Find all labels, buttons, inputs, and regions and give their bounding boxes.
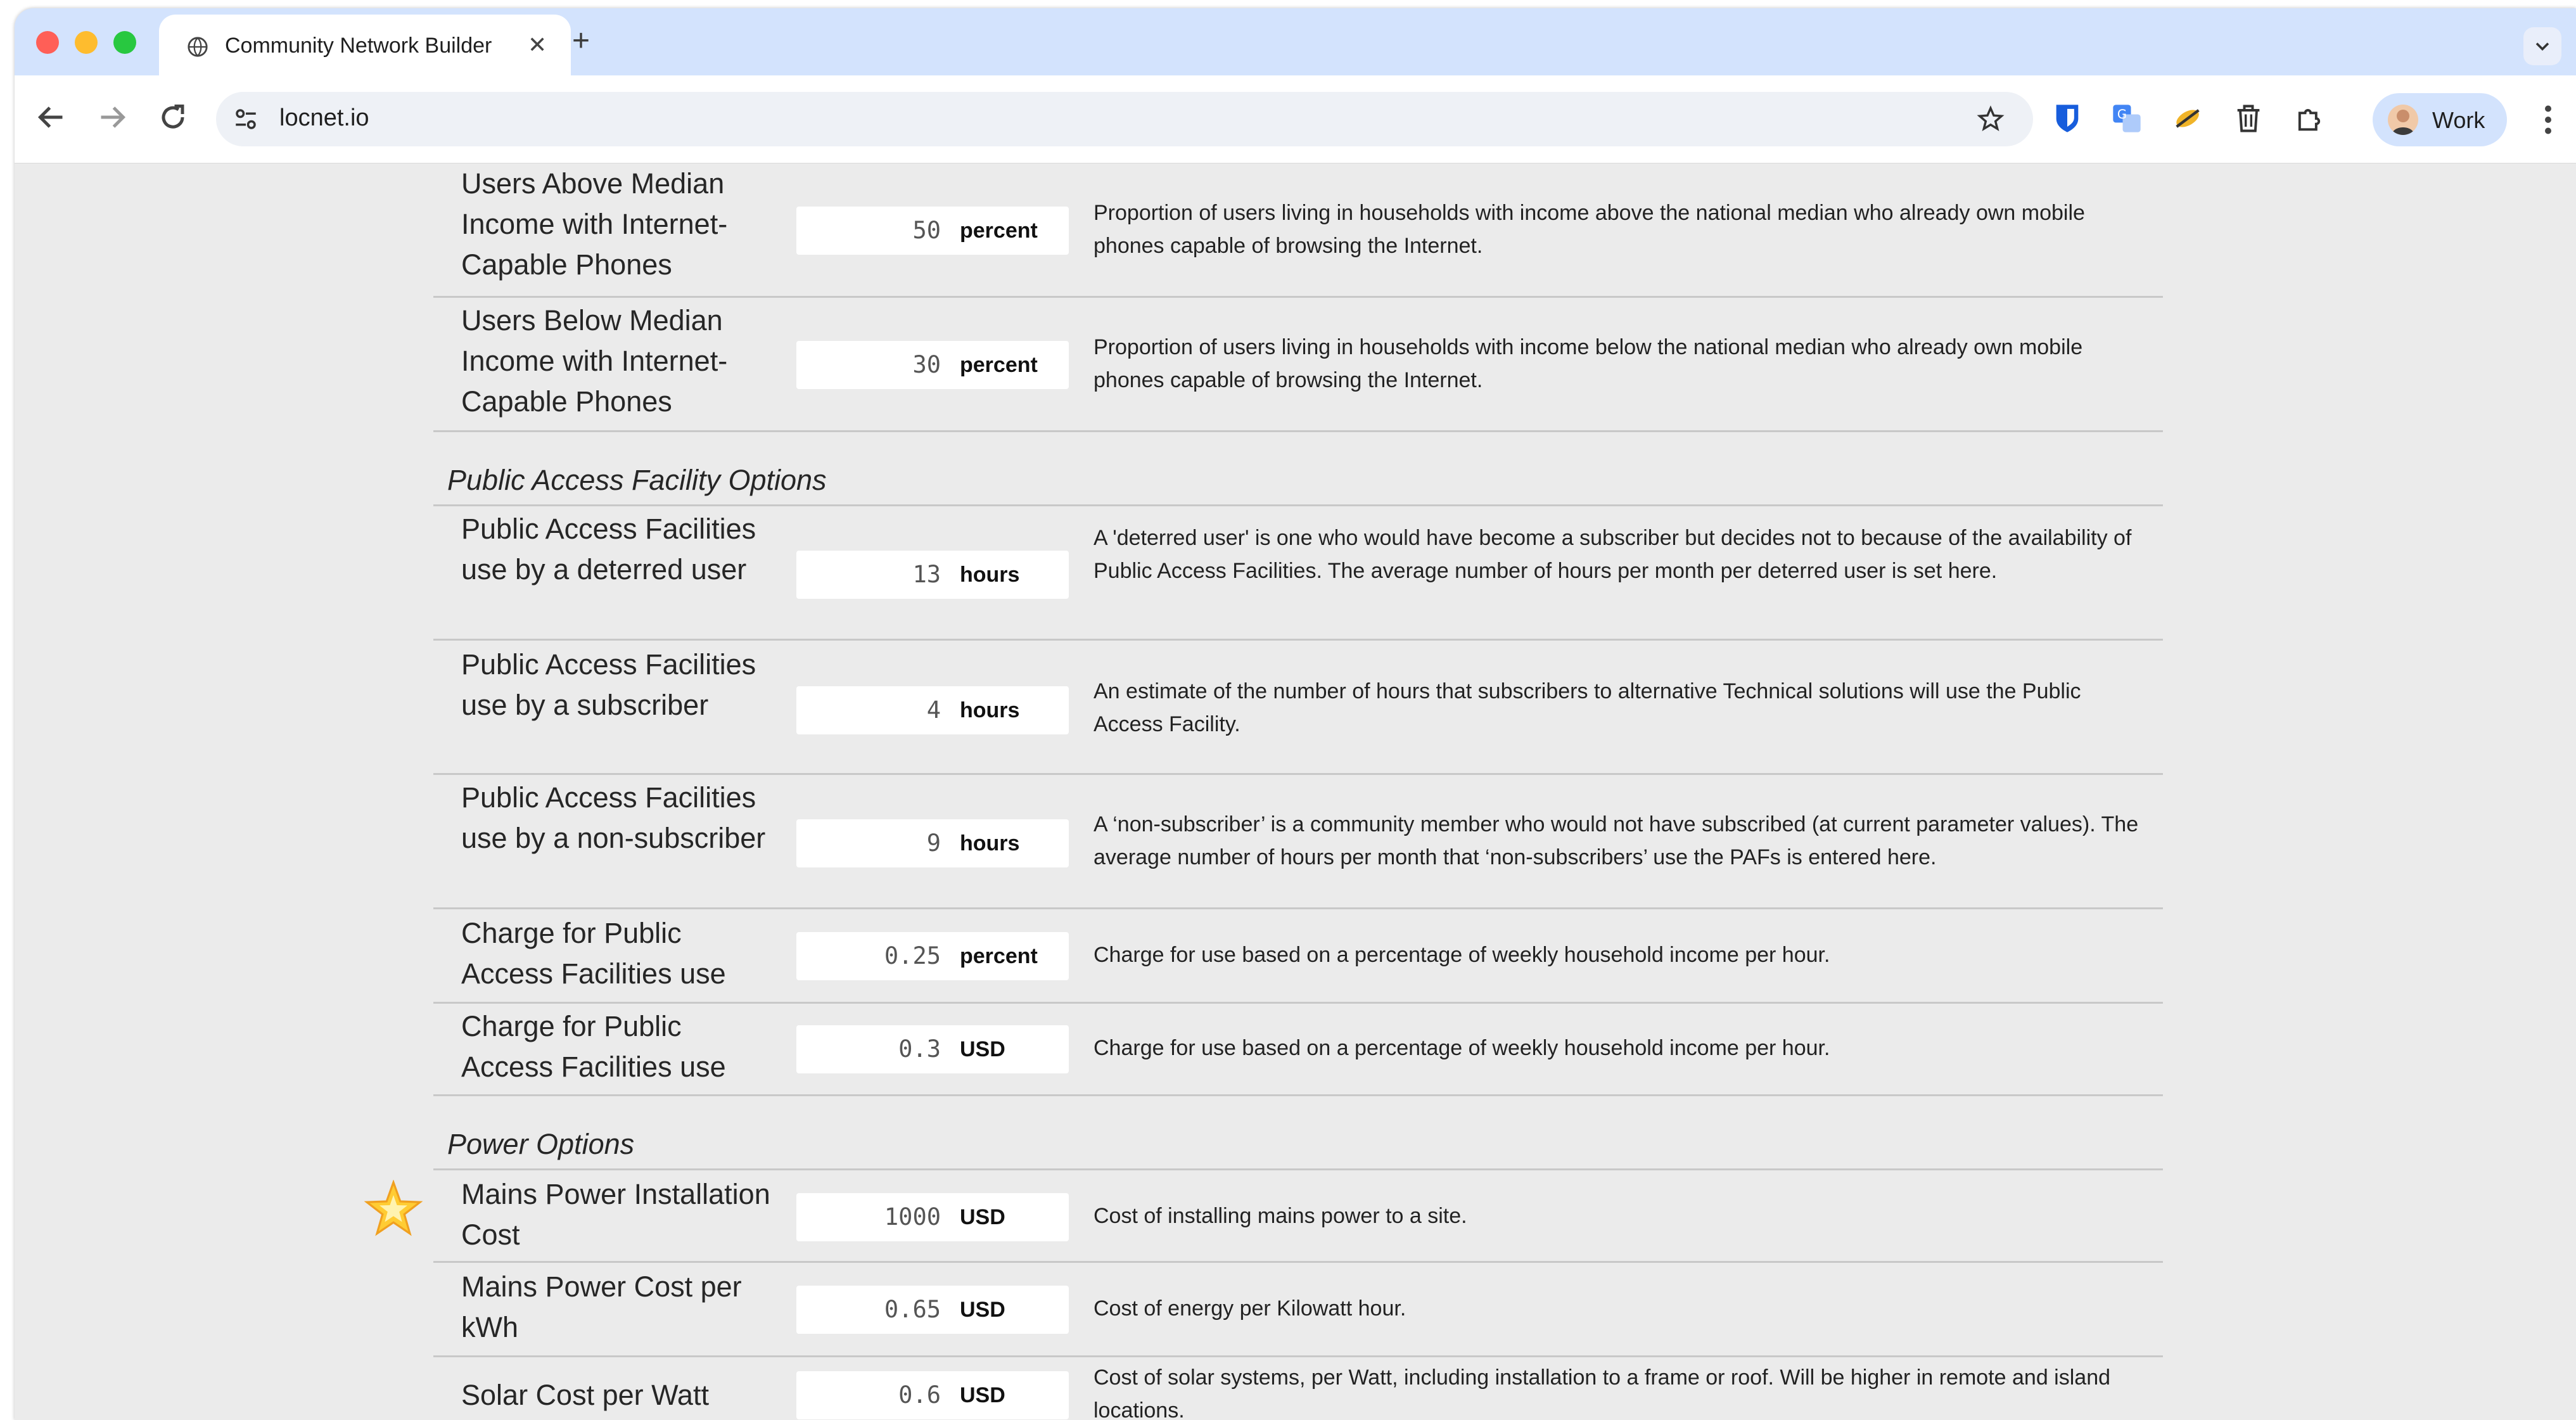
parameter-input[interactable]: 13 hours: [796, 551, 1069, 599]
section-title: Public Access Facility Options: [447, 464, 827, 496]
parameter-unit: hours: [960, 698, 1020, 722]
parameter-value: 0.65: [884, 1296, 941, 1323]
parameter-unit: USD: [960, 1383, 1005, 1407]
parameter-name: Charge for Public Access Facilities use: [461, 1010, 726, 1083]
parameter-value: 4: [926, 696, 941, 724]
parameter-name: Solar Cost per Watt: [461, 1379, 709, 1411]
section-header: Power Options: [433, 1096, 2163, 1170]
page-content: Users Above Median Income with Internet-…: [15, 163, 2576, 1420]
table-row: Charge for Public Access Facilities use …: [433, 909, 2163, 1004]
parameter-value: 9: [926, 829, 941, 857]
table-row: Mains Power Cost per kWh 0.65 USD Cost o…: [433, 1263, 2163, 1357]
parameter-unit: USD: [960, 1298, 1005, 1322]
table-row: Users Below Median Income with Internet-…: [433, 298, 2163, 432]
parameter-description: Proportion of users living in households…: [1094, 335, 2083, 392]
parameter-input[interactable]: 4 hours: [796, 686, 1069, 734]
parameter-input[interactable]: 30 percent: [796, 341, 1069, 389]
parameter-value: 0.6: [898, 1381, 941, 1409]
active-tab[interactable]: Community Network Builder ✕: [159, 15, 571, 75]
parameter-name: Public Access Facilities use by a subscr…: [461, 648, 756, 721]
parameter-name: Users Below Median Income with Internet-…: [461, 304, 728, 418]
parameter-input[interactable]: 50 percent: [796, 207, 1069, 255]
parameter-unit: USD: [960, 1205, 1005, 1229]
translate-icon[interactable]: G: [2110, 102, 2143, 135]
svg-text:G: G: [2117, 107, 2127, 122]
table-row: Mains Power Installation Cost 1000 USD C…: [433, 1170, 2163, 1263]
parameter-description: Proportion of users living in households…: [1094, 201, 2085, 258]
parameter-value: 0.3: [898, 1035, 941, 1063]
parameter-name: Charge for Public Access Facilities use: [461, 917, 726, 990]
table-row: Solar Cost per Watt 0.6 USD Cost of sola…: [433, 1357, 2163, 1420]
parameter-name: Mains Power Cost per kWh: [461, 1270, 742, 1343]
parameter-value: 1000: [884, 1203, 941, 1231]
section-header: Public Access Facility Options: [433, 432, 2163, 506]
parameter-value: 50: [912, 217, 941, 244]
url-text: locnet.io: [279, 105, 369, 131]
parameter-input[interactable]: 1000 USD: [796, 1193, 1069, 1241]
parameter-unit: percent: [960, 353, 1038, 377]
parameter-description: Charge for use based on a percentage of …: [1094, 943, 1830, 967]
parameter-description: A ‘non-subscriber’ is a community member…: [1094, 812, 2139, 869]
table-row: Users Above Median Income with Internet-…: [433, 163, 2163, 298]
parameter-description: An estimate of the number of hours that …: [1094, 679, 2081, 736]
extension-icon[interactable]: [2171, 102, 2204, 135]
parameter-unit: hours: [960, 831, 1020, 855]
avatar: [2388, 105, 2418, 135]
parameter-name: Users Above Median Income with Internet-…: [461, 167, 728, 281]
table-row: Public Access Facilities use by a subscr…: [433, 641, 2163, 775]
parameter-input[interactable]: 0.65 USD: [796, 1286, 1069, 1334]
parameter-input[interactable]: 0.3 USD: [796, 1025, 1069, 1073]
reload-icon[interactable]: [154, 98, 192, 136]
parameter-name: Public Access Facilities use by a deterr…: [461, 513, 756, 585]
site-settings-icon[interactable]: [233, 106, 259, 132]
parameter-value: 30: [912, 351, 941, 378]
browser-window: Community Network Builder ✕ + locnet.io …: [15, 8, 2576, 1420]
table-row: Charge for Public Access Facilities use …: [433, 1004, 2163, 1096]
tab-strip: Community Network Builder ✕ +: [15, 8, 2576, 75]
parameter-unit: percent: [960, 219, 1038, 243]
parameter-unit: percent: [960, 944, 1038, 968]
parameter-description: Cost of installing mains power to a site…: [1094, 1204, 1467, 1228]
kebab-menu-icon[interactable]: [2539, 101, 2558, 139]
glowing-star-icon: [364, 1180, 423, 1236]
new-tab-button[interactable]: +: [572, 26, 590, 56]
close-tab-icon[interactable]: ✕: [528, 34, 547, 56]
section-title: Power Options: [447, 1128, 635, 1160]
bitwarden-icon[interactable]: [2051, 102, 2084, 135]
parameter-name: Public Access Facilities use by a non-su…: [461, 781, 766, 854]
table-row: Public Access Facilities use by a non-su…: [433, 775, 2163, 909]
table-row: Public Access Facilities use by a deterr…: [433, 506, 2163, 641]
parameter-unit: hours: [960, 563, 1020, 587]
parameter-value: 0.25: [884, 942, 941, 969]
close-window-button[interactable]: [36, 31, 59, 54]
parameter-unit: USD: [960, 1037, 1005, 1061]
parameter-description: Charge for use based on a percentage of …: [1094, 1036, 1830, 1060]
parameter-name: Mains Power Installation Cost: [461, 1178, 770, 1251]
back-arrow-icon[interactable]: [32, 98, 70, 136]
profile-name: Work: [2432, 107, 2485, 133]
bookmark-star-icon[interactable]: [1976, 105, 2005, 134]
tab-menu-button[interactable]: [2523, 27, 2561, 65]
globe-icon: [188, 37, 208, 57]
parameter-value: 13: [912, 561, 941, 588]
parameter-input[interactable]: 0.6 USD: [796, 1371, 1069, 1419]
browser-toolbar: locnet.io G Work: [15, 75, 2576, 163]
parameter-description: Cost of energy per Kilowatt hour.: [1094, 1296, 1406, 1321]
puzzle-icon[interactable]: [2293, 102, 2326, 135]
parameter-description: Cost of solar systems, per Watt, includi…: [1094, 1366, 2111, 1420]
profile-button[interactable]: Work: [2373, 93, 2507, 146]
minimize-window-button[interactable]: [75, 31, 98, 54]
parameter-description: A 'deterred user' is one who would have …: [1094, 526, 2132, 583]
chevron-down-icon: [2535, 42, 2549, 51]
address-bar[interactable]: locnet.io: [216, 92, 2033, 146]
trash-icon[interactable]: [2232, 102, 2265, 135]
parameter-input[interactable]: 9 hours: [796, 819, 1069, 867]
tab-title: Community Network Builder: [225, 34, 492, 58]
maximize-window-button[interactable]: [113, 31, 136, 54]
forward-arrow-icon[interactable]: [93, 98, 131, 136]
parameter-input[interactable]: 0.25 percent: [796, 932, 1069, 980]
